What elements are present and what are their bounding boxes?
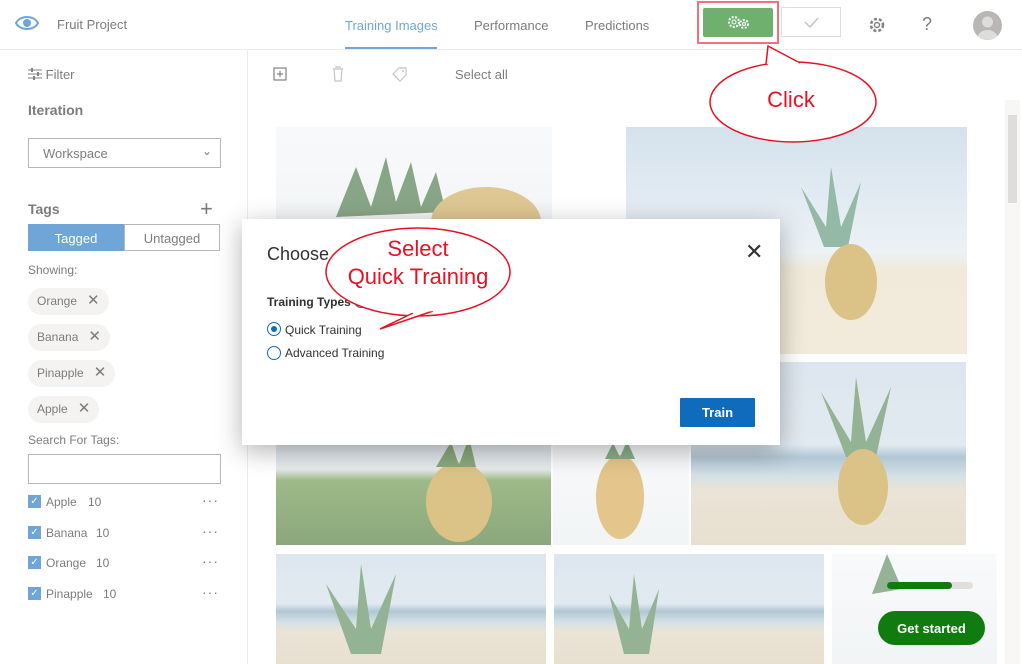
click-callout-text: Click <box>767 87 815 112</box>
advanced-training-radio[interactable] <box>267 346 281 360</box>
select-callout-text: Select Quick Training <box>325 235 511 291</box>
callout-line: Quick Training <box>347 264 489 289</box>
callout-line: Select <box>387 236 449 261</box>
dialog-title: Choose <box>267 244 330 264</box>
onboarding-progress <box>887 582 973 589</box>
quick-training-radio[interactable] <box>267 322 281 336</box>
get-started-button[interactable]: Get started <box>878 611 985 645</box>
advanced-training-label[interactable]: Advanced Training <box>285 346 384 360</box>
close-icon[interactable]: ✕ <box>745 239 763 265</box>
progress-fill <box>887 582 952 589</box>
train-submit-button[interactable]: Train <box>680 398 755 427</box>
